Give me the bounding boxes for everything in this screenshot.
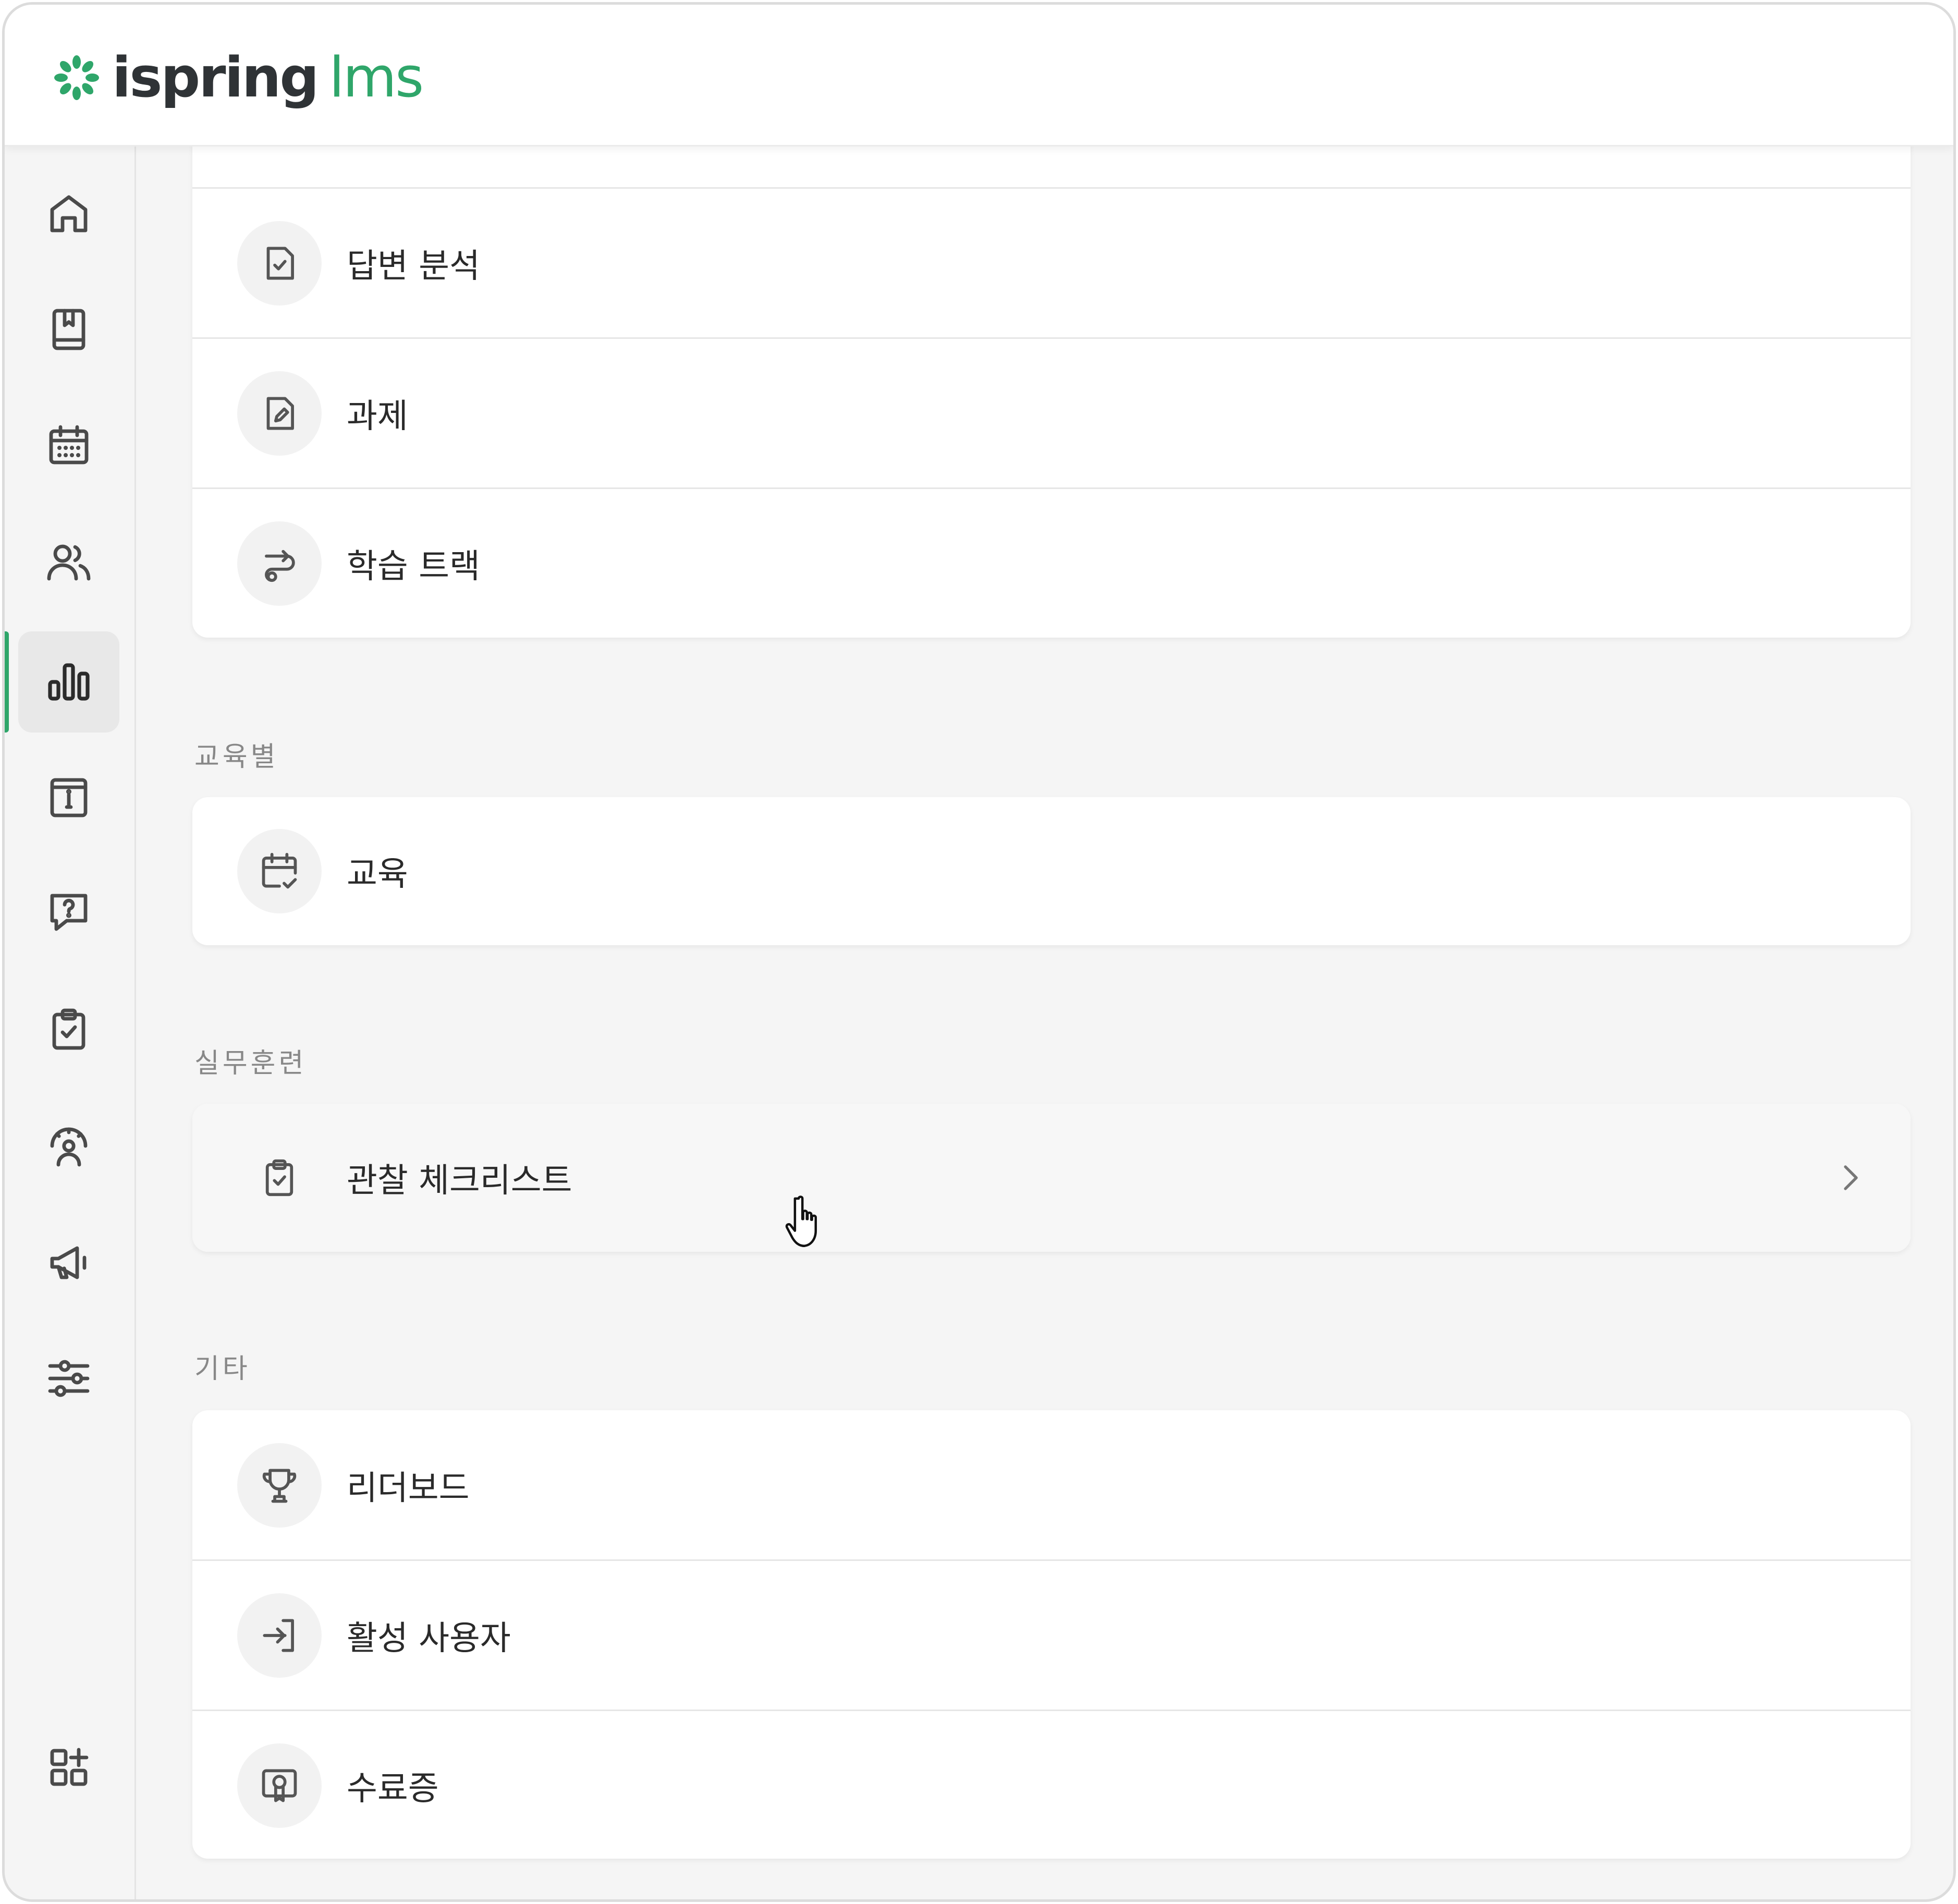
sidebar-item-checklists[interactable] [18, 979, 119, 1080]
hand-cursor-icon [785, 1195, 817, 1248]
logo-text: ispring lms [112, 45, 424, 109]
sidebar-item-users[interactable] [18, 511, 119, 613]
list-item-certificates[interactable]: 수료증 [192, 1710, 1911, 1859]
info-icon [50, 778, 88, 817]
list-item-label: 리더보드 [347, 1469, 470, 1508]
question-chat-icon [50, 894, 88, 931]
list-item-assignments[interactable]: 과제 [192, 337, 1911, 487]
list-item-observation-checklist[interactable]: 관찰 체크리스트 [192, 1104, 1911, 1252]
file-edit-icon [266, 396, 294, 430]
book-icon [52, 309, 85, 350]
trophy-icon [262, 1469, 297, 1503]
list-item-label: 수료증 [347, 1769, 439, 1808]
clipboard-check-icon [265, 1159, 293, 1197]
list-item-learning-tracks[interactable]: 학습 트랙 [192, 487, 1911, 638]
calendar-check-icon [262, 852, 297, 889]
sidebar-item-reports[interactable] [5, 631, 119, 733]
top-bar: ispring lms [5, 5, 1953, 147]
sidebar-item-performance[interactable] [18, 1095, 119, 1197]
calendar-icon [49, 425, 89, 465]
sliders-icon [48, 1360, 90, 1397]
users-icon [47, 544, 91, 581]
sidebar-item-announcements[interactable] [18, 1212, 119, 1313]
list-item-answer-analysis[interactable]: 답변 분석 [192, 187, 1911, 337]
reports-list: 답변 분석 과제 학습 트랙 교육별 교육 실무훈련 관찰 체크리스트 기타 리… [136, 27, 1953, 1899]
route-icon [265, 550, 295, 582]
sign-in-icon [263, 1618, 294, 1652]
list-item-label: 관찰 체크리스트 [347, 1162, 572, 1200]
user-gauge-icon [50, 1127, 88, 1167]
list-item-label: 활성 사용자 [347, 1619, 511, 1658]
list-item-label: 과제 [347, 397, 408, 436]
list-item-leaderboard[interactable]: 리더보드 [192, 1410, 1911, 1560]
sidebar-item-info[interactable] [18, 746, 119, 847]
list-item-training[interactable]: 교육 [192, 797, 1911, 945]
sidebar-item-settings[interactable] [18, 1328, 119, 1429]
megaphone-icon [50, 1246, 87, 1279]
app-window: ispring lms 답변 분석 과제 학습 트랙 교육별 교육 실무훈련 관… [2, 2, 1956, 1902]
sidebar-item-help[interactable] [18, 862, 119, 963]
logo-mark-icon [54, 55, 99, 100]
bar-chart-icon [48, 663, 90, 701]
sidebar-item-home[interactable] [18, 163, 119, 264]
file-check-icon [266, 246, 294, 280]
home-icon [50, 195, 88, 233]
add-app-icon [50, 1748, 89, 1786]
sidebar-item-calendar[interactable] [18, 395, 119, 496]
reports-card-by-training: 교육 [192, 797, 1911, 945]
list-item-label: 교육 [347, 855, 408, 894]
sidebar-item-courses[interactable] [18, 279, 119, 380]
chevron-right-icon [1844, 1165, 1858, 1190]
clipboard-check-icon [52, 1008, 85, 1050]
certificate-icon [262, 1768, 297, 1802]
reports-card-practical: 관찰 체크리스트 [192, 1104, 1911, 1252]
sidebar-item-add-app[interactable] [18, 1717, 119, 1818]
list-item-label: 학습 트랙 [347, 547, 480, 586]
list-item-active-users[interactable]: 활성 사용자 [192, 1559, 1911, 1710]
section-title-other: 기타 [194, 1353, 251, 1385]
section-title-practical: 실무훈련 [194, 1048, 307, 1079]
list-item-label: 답변 분석 [347, 247, 480, 286]
sidebar [5, 147, 136, 1899]
logo[interactable]: ispring lms [52, 45, 424, 109]
reports-card-other: 리더보드 활성 사용자 수료증 [192, 1410, 1911, 1859]
section-title-by-training: 교육별 [194, 741, 279, 773]
